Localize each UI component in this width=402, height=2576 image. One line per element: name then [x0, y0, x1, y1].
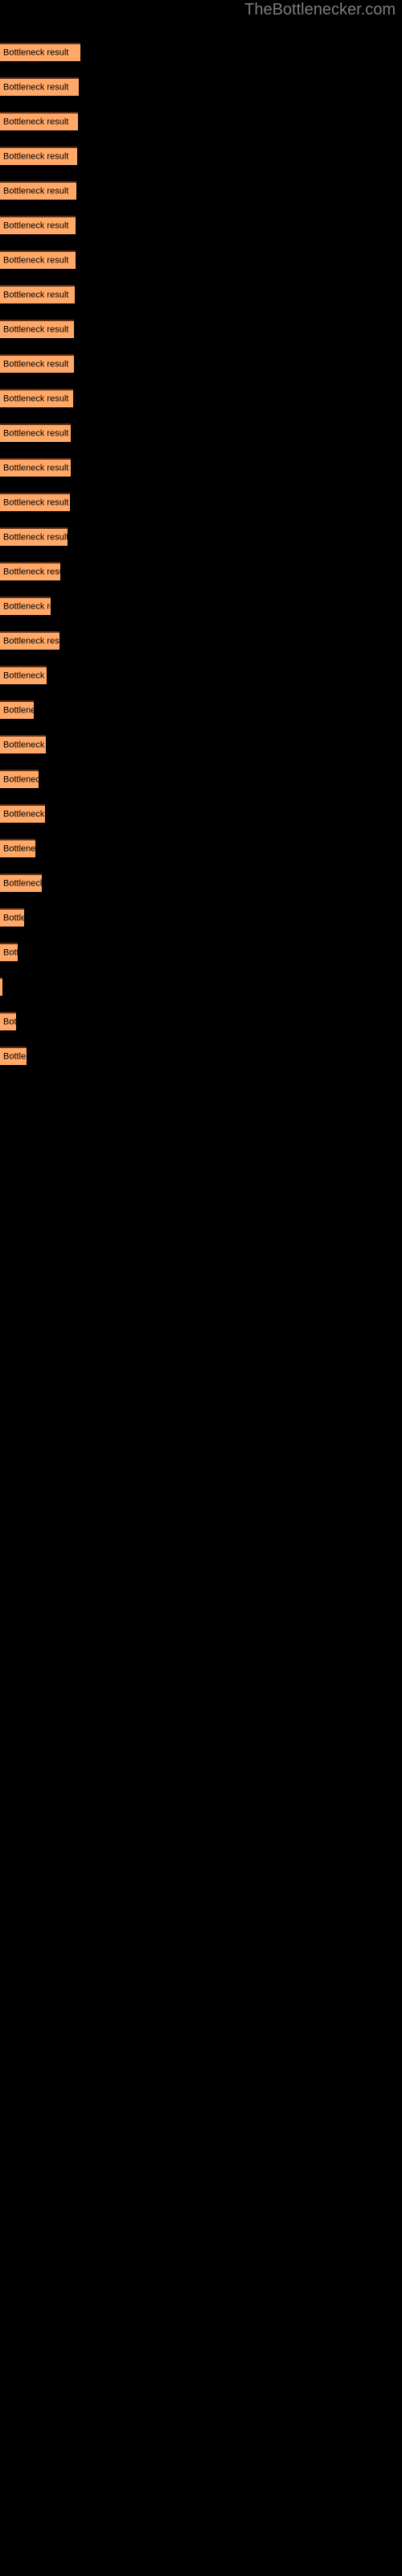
bar-row: Bottleneck result: [0, 804, 402, 823]
bar-label: Bottleneck result: [3, 913, 24, 923]
bar-row: Bottleneck result: [0, 181, 402, 200]
bar-row: Bottleneck result: [0, 354, 402, 373]
bar-row: Bottleneck result: [0, 112, 402, 130]
bar-label: Bottleneck result: [3, 221, 69, 230]
bar-label: Bottleneck result: [3, 394, 69, 403]
bar-label: Bottleneck result: [3, 878, 42, 888]
bar-label: Bottleneck result: [3, 463, 69, 473]
bar-label: Bottleneck result: [3, 290, 69, 299]
bar-label: Bottleneck result: [3, 47, 69, 57]
bar-label: Bottleneck result: [3, 809, 45, 819]
bar-9[interactable]: Bottleneck result: [0, 320, 74, 338]
bar-8[interactable]: Bottleneck result: [0, 285, 75, 303]
bar-label: Bottleneck result: [3, 947, 18, 957]
bar-29[interactable]: Bottleneck result: [0, 1012, 16, 1030]
bar-row: Bottleneck result: [0, 147, 402, 165]
bar-row: Bottleneck result: [0, 77, 402, 96]
bar-row: Bottleneck result: [0, 43, 402, 61]
bar-label: Bottleneck result: [3, 774, 39, 784]
bar-label: Bottleneck result: [3, 844, 35, 853]
bar-label: Bottleneck result: [3, 1017, 16, 1026]
bar-24[interactable]: Bottleneck result: [0, 839, 35, 857]
bar-21[interactable]: Bottleneck result: [0, 735, 46, 753]
bar-22[interactable]: Bottleneck result: [0, 770, 39, 788]
bar-label: Bottleneck result: [3, 636, 59, 646]
bar-label: Bottleneck result: [3, 359, 69, 369]
bar-14[interactable]: Bottleneck result: [0, 493, 70, 511]
bar-18[interactable]: Bottleneck result: [0, 631, 59, 650]
bar-16[interactable]: Bottleneck result: [0, 562, 60, 580]
bar-4[interactable]: Bottleneck result: [0, 147, 77, 165]
bar-7[interactable]: Bottleneck result: [0, 250, 76, 269]
bar-row: Bottleneck result: [0, 631, 402, 650]
bar-label: Bottleneck result: [3, 705, 34, 715]
bar-label: Bottleneck result: [3, 324, 69, 334]
bar-row: Bottleneck result: [0, 770, 402, 788]
bar-label: Bottleneck result: [3, 151, 69, 161]
bar-20[interactable]: Bottleneck result: [0, 700, 34, 719]
bar-row: Bottleneck result: [0, 423, 402, 442]
bar-27[interactable]: Bottleneck result: [0, 943, 18, 961]
bar-11[interactable]: Bottleneck result: [0, 389, 73, 407]
bar-row: Bottleneck result: [0, 597, 402, 615]
bar-label: Bottleneck result: [3, 186, 69, 196]
bar-5[interactable]: Bottleneck result: [0, 181, 76, 200]
bar-row: Bottleneck result: [0, 458, 402, 477]
bar-row: Bottleneck result: [0, 562, 402, 580]
bar-row: Bottleneck result: [0, 527, 402, 546]
bar-label: Bottleneck result: [3, 601, 51, 611]
bar-row: Bottleneck result: [0, 839, 402, 857]
bar-label: Bottleneck result: [3, 532, 68, 542]
bar-row: Bottleneck result: [0, 320, 402, 338]
bar-row: Bottleneck result: [0, 873, 402, 892]
bar-26[interactable]: Bottleneck result: [0, 908, 24, 927]
bar-1[interactable]: Bottleneck result: [0, 43, 80, 61]
bar-row: Bottleneck result: [0, 1046, 402, 1065]
bar-label: Bottleneck result: [3, 497, 69, 507]
bar-row: Bottleneck result: [0, 1012, 402, 1030]
bar-label: Bottleneck result: [3, 428, 69, 438]
bar-series: Bottleneck result Bottleneck result Bottle…: [0, 0, 402, 2576]
bar-row: Bottleneck result: [0, 389, 402, 407]
bar-row: Bottleneck result: [0, 250, 402, 269]
bar-label: Bottleneck result: [3, 740, 46, 749]
bar-label: Bottleneck result: [3, 82, 69, 92]
bar-12[interactable]: Bottleneck result: [0, 423, 71, 442]
bar-19[interactable]: Bottleneck result: [0, 666, 47, 684]
bar-row: Bottleneck result: [0, 908, 402, 927]
bar-15[interactable]: Bottleneck result: [0, 527, 68, 546]
bar-row: Bottleneck result: [0, 216, 402, 234]
bar-label: Bottleneck result: [3, 1051, 27, 1061]
bar-row: Bottleneck result: [0, 285, 402, 303]
bar-23[interactable]: Bottleneck result: [0, 804, 45, 823]
bar-label: Bottleneck result: [3, 117, 69, 126]
bar-label: Bottleneck result: [3, 255, 69, 265]
bar-row: Bottleneck result: [0, 666, 402, 684]
bar-28[interactable]: Bottleneck result: [0, 977, 2, 996]
bottleneck-bar-chart: TheBottlenecker.com Bottleneck result Bot…: [0, 0, 402, 2576]
bar-row: Bottleneck result: [0, 700, 402, 719]
bar-6[interactable]: Bottleneck result: [0, 216, 76, 234]
bar-30[interactable]: Bottleneck result: [0, 1046, 27, 1065]
bar-label: Bottleneck result: [3, 567, 60, 576]
bar-10[interactable]: Bottleneck result: [0, 354, 74, 373]
bar-25[interactable]: Bottleneck result: [0, 873, 42, 892]
bar-row: Bottleneck result: [0, 943, 402, 961]
bar-row: Bottleneck result: [0, 493, 402, 511]
bar-row: Bottleneck result: [0, 977, 402, 996]
bar-row: Bottleneck result: [0, 735, 402, 753]
bar-2[interactable]: Bottleneck result: [0, 77, 79, 96]
bar-3[interactable]: Bottleneck result: [0, 112, 78, 130]
bar-13[interactable]: Bottleneck result: [0, 458, 71, 477]
bar-label: Bottleneck result: [3, 671, 47, 680]
bar-17[interactable]: Bottleneck result: [0, 597, 51, 615]
